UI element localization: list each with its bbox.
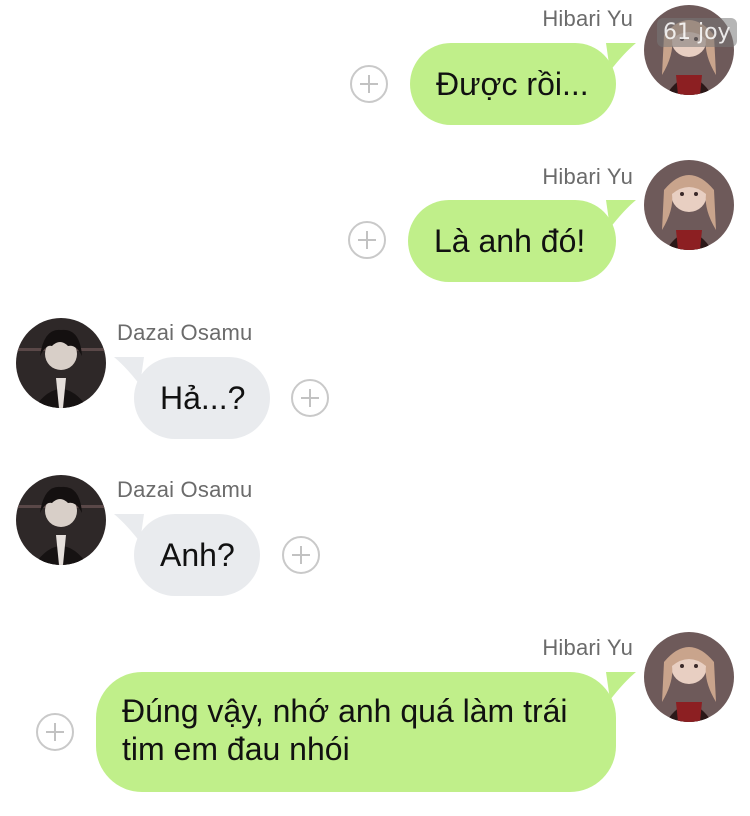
add-reaction-button[interactable] [282, 536, 320, 574]
bubble-tail [606, 200, 636, 228]
avatar[interactable] [644, 160, 734, 250]
bubble-tail [606, 672, 636, 700]
sender-name: Dazai Osamu [117, 477, 253, 502]
message-bubble[interactable]: Hả...? [114, 357, 270, 439]
add-reaction-button[interactable] [348, 221, 386, 259]
sender-name: Hibari Yu [542, 164, 633, 189]
avatar-hibari-image [644, 160, 734, 250]
message-bubble[interactable]: Đúng vậy, nhớ anh quá làm trái tim em đa… [96, 672, 636, 792]
add-reaction-button[interactable] [350, 65, 388, 103]
add-reaction-button[interactable] [36, 713, 74, 751]
sender-name: Hibari Yu [542, 635, 633, 660]
avatar[interactable] [644, 632, 734, 722]
avatar-dazai-image [16, 475, 106, 565]
message-bubble[interactable]: Anh? [114, 514, 260, 596]
message-text: Hả...? [160, 380, 246, 416]
message-bubble[interactable]: Là anh đó! [408, 200, 636, 282]
bubble-tail [114, 514, 144, 542]
message-bubble[interactable]: Được rồi... [410, 43, 636, 125]
avatar-hibari-image [644, 632, 734, 722]
bubble-tail [606, 43, 636, 71]
chat-thread: Hibari Yu 61 joy Được rồi... Hibari Yu L… [0, 0, 750, 816]
sender-name: Hibari Yu [542, 6, 633, 31]
watermark: 61 joy [657, 18, 737, 47]
avatar-dazai-image [16, 318, 106, 408]
message-text: Đúng vậy, nhớ anh quá làm trái tim em đa… [122, 693, 568, 767]
avatar[interactable] [16, 318, 106, 408]
add-reaction-button[interactable] [291, 379, 329, 417]
sender-name: Dazai Osamu [117, 320, 253, 345]
bubble-tail [114, 357, 144, 385]
avatar[interactable] [16, 475, 106, 565]
message-text: Là anh đó! [434, 223, 586, 259]
message-text: Được rồi... [436, 66, 589, 102]
message-text: Anh? [160, 537, 235, 573]
